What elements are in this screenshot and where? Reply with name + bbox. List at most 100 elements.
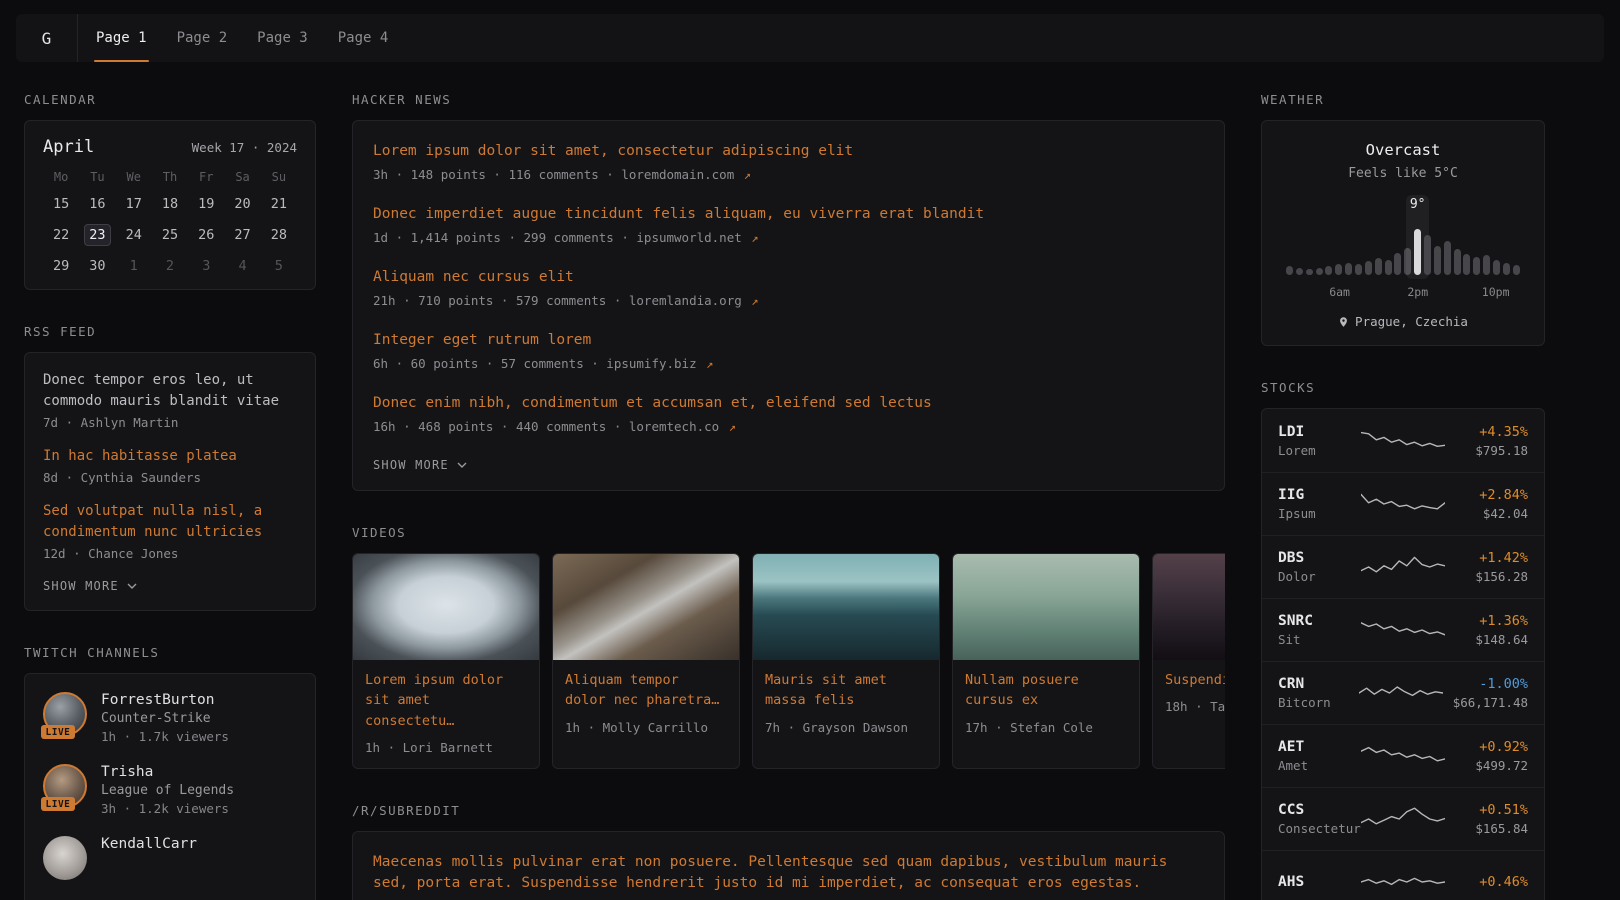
weather-hour-column [1296, 199, 1303, 275]
calendar-day: 20 [224, 193, 260, 215]
weather-bar [1473, 257, 1480, 275]
video-title[interactable]: Nullam posuere cursus ex [953, 660, 1139, 711]
calendar-day: 18 [152, 193, 188, 215]
calendar-day-header: Tu [79, 170, 115, 184]
calendar-day-header: Su [261, 170, 297, 184]
stock-row[interactable]: IIGIpsum+2.84%$42.04 [1262, 472, 1544, 535]
twitch-channel[interactable]: LIVETrishaLeague of Legends3h · 1.2k vie… [43, 764, 297, 816]
hackernews-item-link[interactable]: Lorem ipsum dolor sit amet, consectetur … [373, 141, 1204, 162]
video-thumbnail[interactable] [353, 554, 539, 660]
stock-sparkline [1361, 615, 1445, 645]
stock-ticker: CCS [1278, 802, 1351, 818]
weather-hour-column [1335, 199, 1342, 275]
external-link-icon: ↗ [751, 231, 758, 245]
weather-location-label: Prague, Czechia [1355, 314, 1468, 329]
video-thumbnail[interactable] [553, 554, 739, 660]
weather-time-label: 6am [1329, 285, 1350, 299]
app-logo[interactable]: G [16, 14, 78, 62]
stock-row[interactable]: AHS+0.46% [1262, 850, 1544, 900]
twitch-card: LIVEForrestBurtonCounter-Strike1h · 1.7k… [24, 673, 316, 900]
sparkline-chart [1361, 426, 1445, 456]
weather-hour-column [1365, 199, 1372, 275]
video-title[interactable]: Aliquam tempor dolor nec pharetra… [553, 660, 739, 711]
weather-bar [1444, 241, 1451, 275]
rss-item-link[interactable]: Donec tempor eros leo, ut commodo mauris… [43, 370, 297, 412]
calendar-day-today: 23 [84, 224, 110, 246]
hackernews-item-meta: 16h · 468 points · 440 comments · loremt… [373, 419, 1204, 434]
subreddit-item-link[interactable]: Maecenas mollis pulvinar erat non posuer… [373, 852, 1204, 894]
video-card[interactable]: Mauris sit amet massa felis7h · Grayson … [752, 553, 940, 769]
rss-show-more-button[interactable]: SHOW MORE [43, 577, 137, 597]
stock-row[interactable]: LDILorem+4.35%$795.18 [1262, 409, 1544, 472]
video-meta: 1h · Molly Carrillo [553, 711, 739, 748]
top-navigation: G Page 1 Page 2 Page 3 Page 4 [16, 14, 1604, 62]
weather-bar [1463, 254, 1470, 275]
video-thumbnail[interactable] [1153, 554, 1225, 660]
stock-info: AETAmet [1278, 739, 1351, 773]
video-card[interactable]: Aliquam tempor dolor nec pharetra…1h · M… [552, 553, 740, 769]
stock-name: Sit [1278, 632, 1351, 647]
channel-name[interactable]: ForrestBurton [101, 692, 229, 708]
stock-values: +1.36%$148.64 [1455, 613, 1528, 647]
rss-item-link[interactable]: Sed volutpat nulla nisl, a condimentum n… [43, 501, 297, 543]
stock-row[interactable]: CCSConsectetur+0.51%$165.84 [1262, 787, 1544, 850]
channel-info: KendallCarr [101, 836, 197, 852]
stock-sparkline [1359, 678, 1443, 708]
rss-item-link[interactable]: In hac habitasse platea [43, 446, 297, 467]
stock-ticker: DBS [1278, 550, 1351, 566]
video-card[interactable]: Suspendisse diam18h · Tara [1152, 553, 1225, 769]
tab-page-3[interactable]: Page 3 [255, 14, 310, 62]
weather-bar [1385, 260, 1392, 275]
channel-name[interactable]: KendallCarr [101, 836, 197, 852]
video-title[interactable]: Suspendisse diam [1153, 660, 1225, 690]
calendar-day-header: Mo [43, 170, 79, 184]
video-thumbnail[interactable] [753, 554, 939, 660]
video-card[interactable]: Nullam posuere cursus ex17h · Stefan Col… [952, 553, 1140, 769]
video-card[interactable]: Lorem ipsum dolor sit amet consectetu…1h… [352, 553, 540, 769]
stock-row[interactable]: AETAmet+0.92%$499.72 [1262, 724, 1544, 787]
sparkline-chart [1361, 867, 1445, 897]
video-title[interactable]: Mauris sit amet massa felis [753, 660, 939, 711]
hackernews-item-link[interactable]: Integer eget rutrum lorem [373, 330, 1204, 351]
location-pin-icon [1338, 315, 1349, 329]
stock-price: $165.84 [1455, 821, 1528, 836]
twitch-channel[interactable]: LIVEForrestBurtonCounter-Strike1h · 1.7k… [43, 692, 297, 744]
hackernews-show-more-button[interactable]: SHOW MORE [373, 456, 467, 476]
weather-bar [1493, 260, 1500, 275]
stock-row[interactable]: DBSDolor+1.42%$156.28 [1262, 535, 1544, 598]
stock-values: +0.46% [1455, 874, 1528, 890]
tab-page-1[interactable]: Page 1 [94, 14, 149, 62]
calendar-day: 26 [188, 224, 224, 246]
calendar-widget: CALENDAR April Week 17 · 2024 MoTuWeThFr… [24, 92, 316, 290]
weather-bar [1286, 266, 1293, 275]
stock-name: Bitcorn [1278, 695, 1349, 710]
channel-name[interactable]: Trisha [101, 764, 234, 780]
rss-item-meta: 8d · Cynthia Saunders [43, 470, 297, 485]
hackernews-item-link[interactable]: Donec imperdiet augue tincidunt felis al… [373, 204, 1204, 225]
middle-column: HACKER NEWS Lorem ipsum dolor sit amet, … [352, 92, 1225, 900]
calendar-header: April Week 17 · 2024 [43, 137, 297, 157]
weather-bar [1345, 263, 1352, 275]
stock-info: CRNBitcorn [1278, 676, 1349, 710]
tab-page-4[interactable]: Page 4 [336, 14, 391, 62]
weather-hour-column [1306, 199, 1313, 275]
stock-row[interactable]: SNRCSit+1.36%$148.64 [1262, 598, 1544, 661]
stock-change: +4.35% [1455, 424, 1528, 440]
weather-hour-column [1473, 199, 1480, 275]
stock-sparkline [1361, 804, 1445, 834]
weather-hour-column [1444, 199, 1451, 275]
stock-name: Consectetur [1278, 821, 1351, 836]
hackernews-item-link[interactable]: Aliquam nec cursus elit [373, 267, 1204, 288]
hackernews-show-more-label: SHOW MORE [373, 458, 449, 472]
video-title[interactable]: Lorem ipsum dolor sit amet consectetu… [353, 660, 539, 731]
hackernews-item: Donec imperdiet augue tincidunt felis al… [373, 204, 1204, 245]
stock-row[interactable]: CRNBitcorn-1.00%$66,171.48 [1262, 661, 1544, 724]
sparkline-chart [1361, 489, 1445, 519]
hackernews-item-link[interactable]: Donec enim nibh, condimentum et accumsan… [373, 393, 1204, 414]
stock-info: LDILorem [1278, 424, 1351, 458]
twitch-channel[interactable]: KendallCarr [43, 836, 297, 880]
stock-change: +1.36% [1455, 613, 1528, 629]
weather-hour-column: 9° [1414, 199, 1421, 275]
video-thumbnail[interactable] [953, 554, 1139, 660]
tab-page-2[interactable]: Page 2 [175, 14, 230, 62]
